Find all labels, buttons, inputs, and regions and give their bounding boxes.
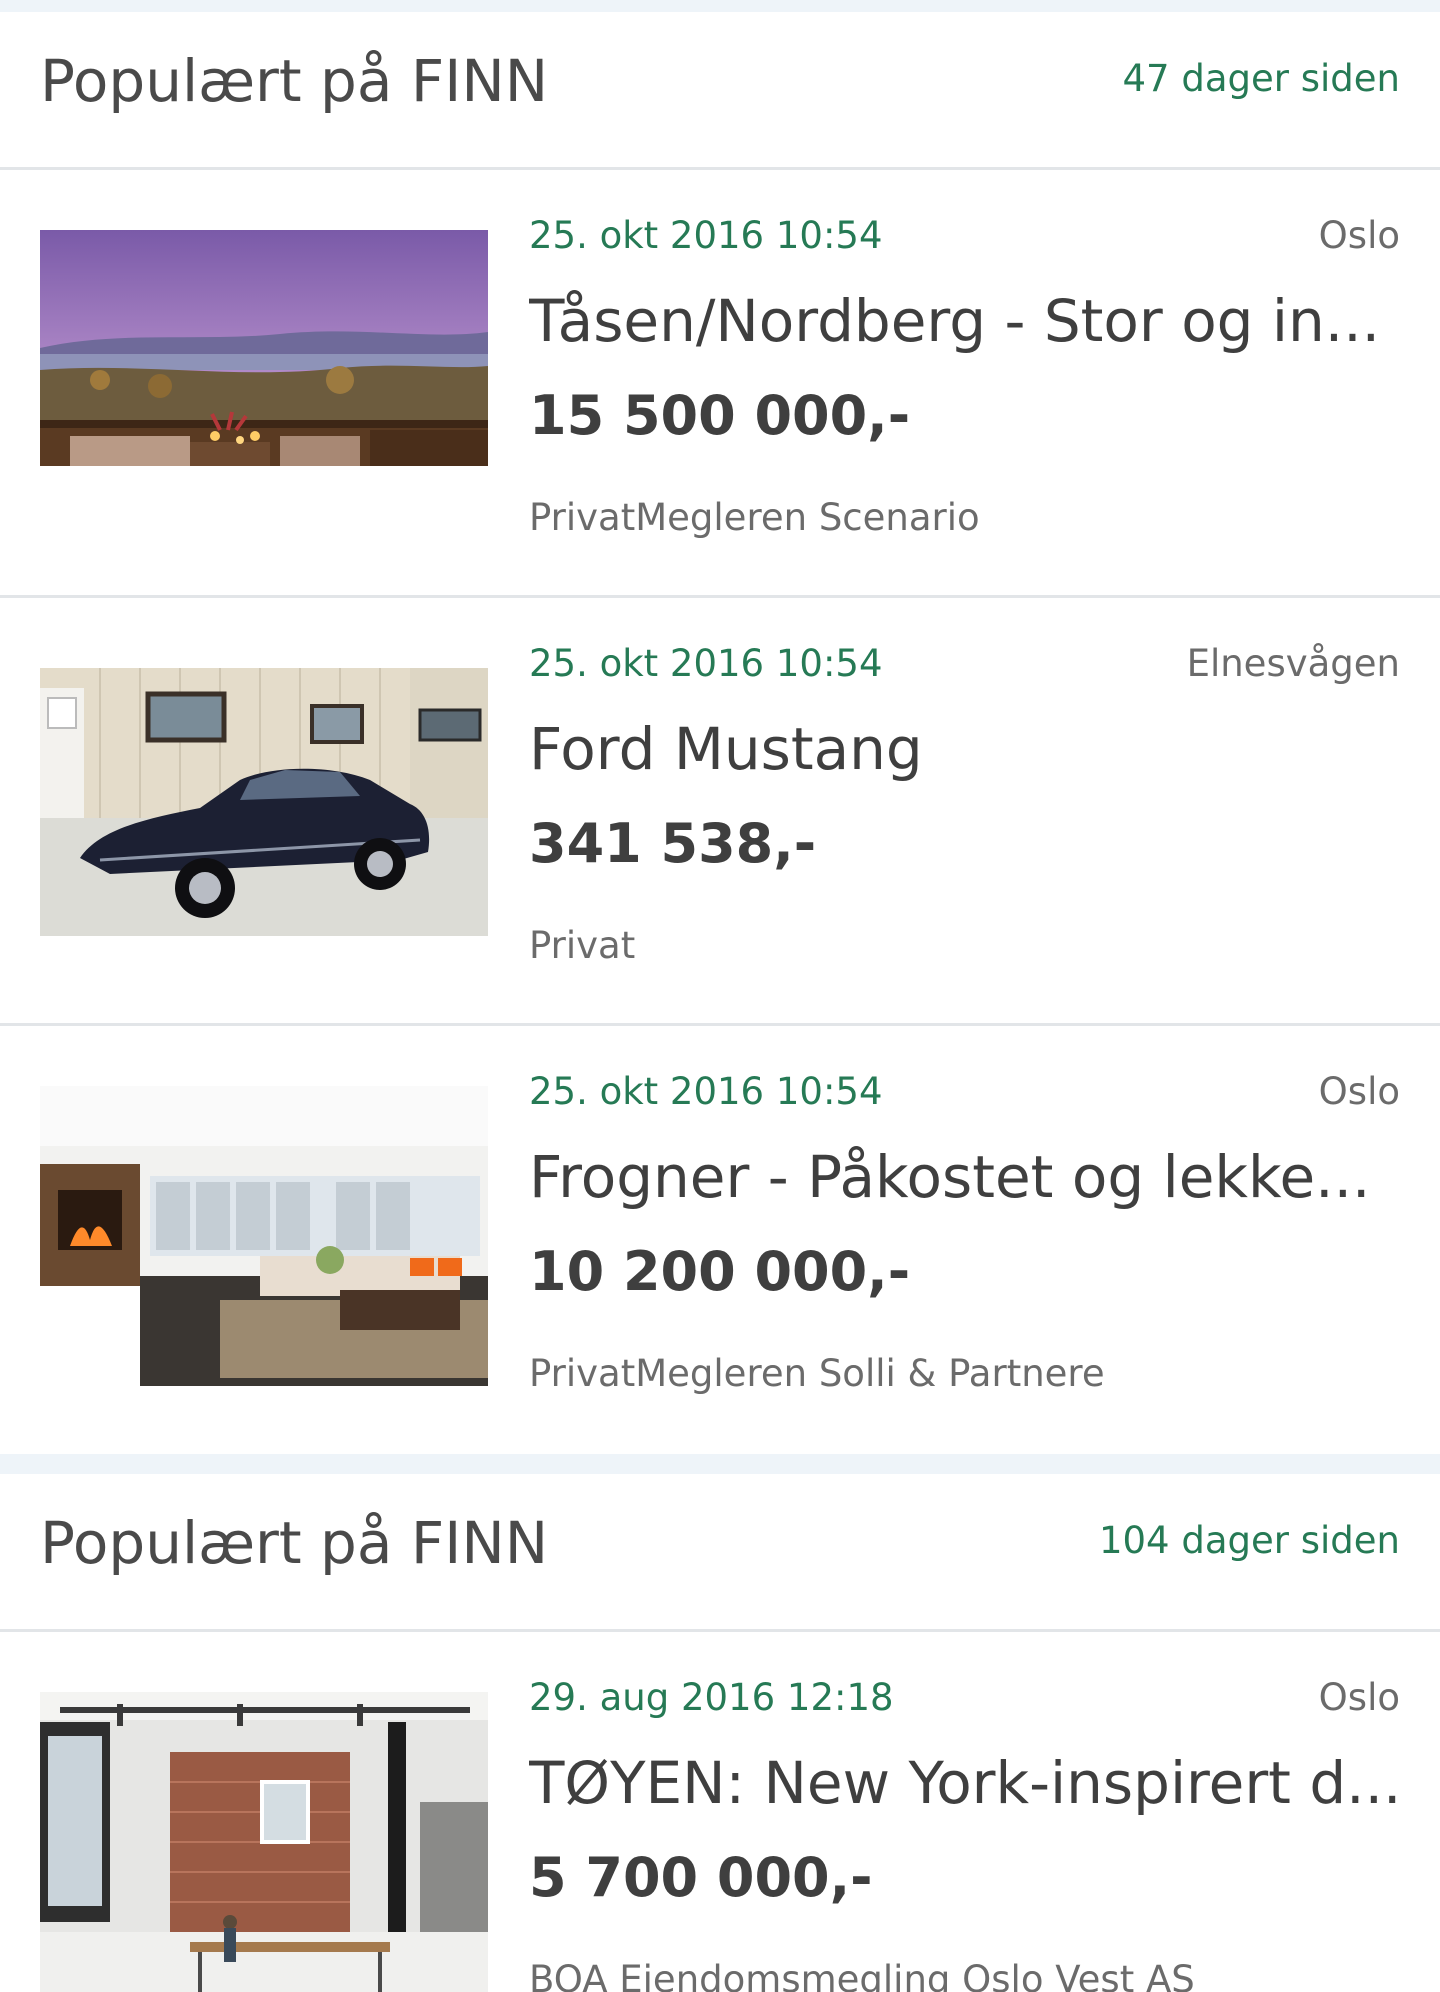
loft-apartment-photo[interactable] — [40, 1692, 488, 1992]
listing-meta: 25. okt 2016 10:54 Elnesvågen Ford Musta… — [529, 598, 1400, 1023]
listing-meta: 25. okt 2016 10:54 Oslo Frogner - Påkost… — [529, 1026, 1400, 1454]
listing-item[interactable]: 25. okt 2016 10:54 Elnesvågen Ford Musta… — [0, 598, 1440, 1026]
listing-seller: PrivatMegleren Scenario — [529, 496, 980, 539]
feed: Populært på FINN 47 dager siden 25. okt … — [0, 0, 1440, 1992]
section-title: Populært på FINN — [40, 47, 549, 115]
popular-section: Populært på FINN 104 dager siden 29. aug… — [0, 1474, 1440, 1992]
listing-price: 15 500 000,- — [529, 384, 911, 447]
listing-item[interactable]: 25. okt 2016 10:54 Oslo Frogner - Påkost… — [0, 1026, 1440, 1454]
listing-seller: PrivatMegleren Solli & Partnere — [529, 1352, 1105, 1395]
listing-seller: Privat — [529, 924, 636, 967]
listing-date: 25. okt 2016 10:54 — [529, 642, 883, 685]
listing-title[interactable]: TØYEN: New York-inspirert d... — [529, 1749, 1400, 1817]
section-age: 104 dager siden — [1098, 1519, 1400, 1562]
popular-section: Populært på FINN 47 dager siden 25. okt … — [0, 12, 1440, 1454]
listing-location: Elnesvågen — [1186, 642, 1400, 685]
section-header: Populært på FINN 47 dager siden — [0, 12, 1440, 170]
section-age: 47 dager siden — [1122, 57, 1400, 100]
listing-date: 25. okt 2016 10:54 — [529, 214, 883, 257]
living-room-photo[interactable] — [40, 1086, 488, 1386]
car-photo[interactable] — [40, 668, 488, 936]
listing-title[interactable]: Tåsen/Nordberg - Stor og in... — [529, 287, 1400, 355]
section-title: Populært på FINN — [40, 1509, 549, 1577]
listing-title[interactable]: Ford Mustang — [529, 715, 1400, 783]
section-header: Populært på FINN 104 dager siden — [0, 1474, 1440, 1632]
listing-price: 341 538,- — [529, 812, 817, 875]
listing-location: Oslo — [1318, 214, 1400, 257]
terrace-view-photo[interactable] — [40, 230, 488, 466]
listing-location: Oslo — [1318, 1676, 1400, 1719]
listing-date: 25. okt 2016 10:54 — [529, 1070, 883, 1113]
listing-date: 29. aug 2016 12:18 — [529, 1676, 894, 1719]
listing-item[interactable]: 29. aug 2016 12:18 Oslo TØYEN: New York-… — [0, 1632, 1440, 1992]
listing-seller: BOA Eiendomsmegling Oslo Vest AS — [529, 1958, 1195, 1992]
listing-location: Oslo — [1318, 1070, 1400, 1113]
listing-price: 10 200 000,- — [529, 1240, 911, 1303]
listing-item[interactable]: 25. okt 2016 10:54 Oslo Tåsen/Nordberg -… — [0, 170, 1440, 598]
listing-price: 5 700 000,- — [529, 1846, 873, 1909]
listing-meta: 25. okt 2016 10:54 Oslo Tåsen/Nordberg -… — [529, 170, 1400, 595]
listing-meta: 29. aug 2016 12:18 Oslo TØYEN: New York-… — [529, 1632, 1400, 1992]
listing-title[interactable]: Frogner - Påkostet og lekke... — [529, 1143, 1400, 1211]
